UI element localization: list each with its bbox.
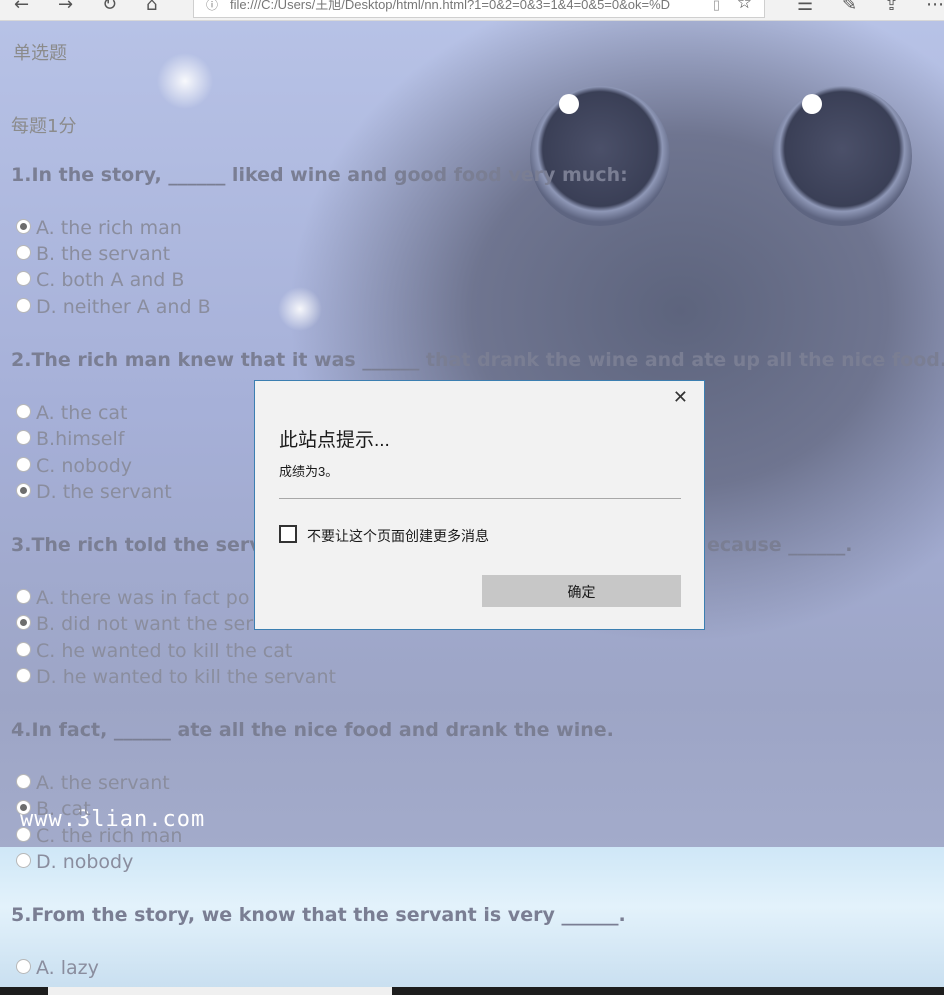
radio-button[interactable] <box>16 271 31 286</box>
question-title: 3.The rich told the serva <box>11 534 275 556</box>
option[interactable]: C. he wanted to kill the cat <box>16 640 292 662</box>
ok-button[interactable]: 确定 <box>482 575 681 607</box>
option[interactable]: A. the cat <box>16 402 128 424</box>
option[interactable]: C. nobody <box>16 455 132 477</box>
option[interactable]: D. neither A and B <box>16 296 211 318</box>
web-note-icon[interactable]: ✎ <box>842 0 857 15</box>
background-cat-eye-right <box>772 86 912 226</box>
favorites-hub-icon[interactable]: ☰ <box>797 0 813 15</box>
question-title: 1.In the story, ______ liked wine and go… <box>11 164 628 186</box>
option[interactable]: B. did not want the ser <box>16 613 253 635</box>
question-title: 4.In fact, ______ ate all the nice food … <box>11 719 614 741</box>
address-bar[interactable]: ⓘ file:///C:/Users/王旭/Desktop/html/nn.ht… <box>193 0 765 18</box>
radio-button[interactable] <box>16 959 31 974</box>
taskbar-active-window[interactable] <box>48 987 392 995</box>
score-note: 每题1分 <box>11 116 77 137</box>
question-title-tail: ecause ______. <box>707 534 853 556</box>
radio-button[interactable] <box>16 853 31 868</box>
radio-button[interactable] <box>16 219 31 234</box>
suppress-checkbox-label[interactable]: 不要让这个页面创建更多消息 <box>307 526 489 546</box>
section-title: 单选题 <box>13 43 67 64</box>
option[interactable]: B. cat <box>16 798 91 820</box>
share-icon[interactable]: ⇪ <box>884 0 899 15</box>
option[interactable]: D. the servant <box>16 481 172 503</box>
taskbar <box>0 987 944 995</box>
back-icon[interactable]: ← <box>14 0 29 15</box>
info-icon[interactable]: ⓘ <box>206 0 218 15</box>
forward-icon[interactable]: → <box>58 0 73 15</box>
radio-button[interactable] <box>16 615 31 630</box>
radio-button[interactable] <box>16 245 31 260</box>
radio-button[interactable] <box>16 642 31 657</box>
close-icon[interactable]: ✕ <box>673 387 688 408</box>
dialog-title: 此站点提示... <box>279 430 390 451</box>
option[interactable]: B. the servant <box>16 243 170 265</box>
alert-dialog: ✕ 此站点提示... 成绩为3。 不要让这个页面创建更多消息 确定 <box>254 380 705 630</box>
option[interactable]: B.himself <box>16 428 124 450</box>
reading-view-icon[interactable]: ▯ <box>713 0 720 15</box>
option[interactable]: D. nobody <box>16 851 133 873</box>
radio-button[interactable] <box>16 774 31 789</box>
radio-button[interactable] <box>16 457 31 472</box>
eye-glint <box>802 94 822 114</box>
divider <box>279 498 681 499</box>
radio-button[interactable] <box>16 430 31 445</box>
refresh-icon[interactable]: ↻ <box>102 0 117 15</box>
option[interactable]: C. both A and B <box>16 269 184 291</box>
eye-glint <box>559 94 579 114</box>
option[interactable]: A. lazy <box>16 957 99 979</box>
radio-button[interactable] <box>16 298 31 313</box>
question-title: 5.From the story, we know that the serva… <box>11 904 626 926</box>
home-icon[interactable]: ⌂ <box>146 0 157 15</box>
radio-button[interactable] <box>16 800 31 815</box>
background-cat-eye-left <box>530 86 670 226</box>
option[interactable]: A. the rich man <box>16 217 182 239</box>
option[interactable]: D. he wanted to kill the servant <box>16 666 336 688</box>
radio-button[interactable] <box>16 827 31 842</box>
radio-button[interactable] <box>16 589 31 604</box>
radio-button[interactable] <box>16 668 31 683</box>
more-icon[interactable]: ⋯ <box>926 0 944 15</box>
question-title: 2.The rich man knew that it was ______ t… <box>11 349 944 371</box>
favorite-star-icon[interactable]: ☆ <box>737 0 752 13</box>
option[interactable]: A. there was in fact po <box>16 587 249 609</box>
suppress-checkbox[interactable] <box>279 525 297 543</box>
radio-button[interactable] <box>16 404 31 419</box>
dialog-message: 成绩为3。 <box>279 464 339 479</box>
browser-toolbar: ← → ↻ ⌂ ⓘ file:///C:/Users/王旭/Desktop/ht… <box>0 0 944 21</box>
option[interactable]: A. the servant <box>16 772 170 794</box>
option[interactable]: C. the rich man <box>16 825 182 847</box>
address-text: file:///C:/Users/王旭/Desktop/html/nn.html… <box>230 0 671 12</box>
radio-button[interactable] <box>16 483 31 498</box>
